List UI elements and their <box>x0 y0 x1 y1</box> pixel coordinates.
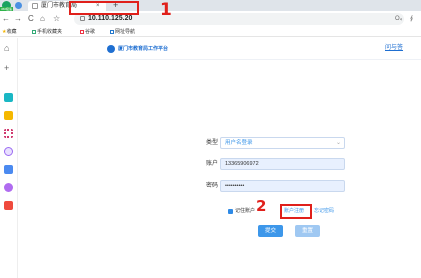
remember-checkbox[interactable] <box>228 209 233 214</box>
submit-button[interactable]: 提交 <box>258 225 283 237</box>
forward-icon[interactable]: → <box>14 14 22 23</box>
account-label: 账户 <box>205 161 218 167</box>
browser-toolbar: ← → C ⌂ ☆ 10.110.125.20 O₄ ∮ <box>0 11 421 27</box>
form-options-row: 记住账户 账户注册 忘记密码 <box>198 206 358 218</box>
tab-strip: 360极速 厦门市教育局 × + <box>0 0 421 11</box>
home-icon[interactable]: ⌂ <box>4 44 9 53</box>
reload-icon[interactable]: C <box>28 14 34 23</box>
bookmark-star-icon[interactable]: ☆ <box>53 14 60 23</box>
add-icon[interactable]: + <box>4 64 9 73</box>
annotation-number-2: 2 <box>256 197 267 215</box>
reset-button[interactable]: 重置 <box>295 225 320 237</box>
bookmark-item[interactable]: 手机收藏夹 <box>32 28 62 36</box>
site-logo-text: 厦门市教育局工作平台 <box>118 46 169 52</box>
app-chat-icon[interactable] <box>4 147 13 156</box>
address-text[interactable]: 10.110.125.20 <box>88 15 132 23</box>
address-highlight-box <box>69 1 139 15</box>
type-select[interactable]: 用户名登录 ⌄ <box>220 137 345 149</box>
help-link[interactable]: 问与答 <box>385 45 403 52</box>
register-highlight-box <box>280 204 312 219</box>
app-bubble-icon[interactable] <box>4 183 13 192</box>
bookmark-item[interactable]: ★收藏 <box>2 28 17 36</box>
google-icon <box>80 29 84 34</box>
bookmark-item[interactable]: 谷歌 <box>80 28 95 36</box>
forgot-password-link[interactable]: 忘记密码 <box>314 208 334 215</box>
password-input[interactable]: •••••••••• <box>220 180 345 192</box>
annotation-number-1: 1 <box>160 0 172 20</box>
screen: 360极速 厦门市教育局 × + ← → C ⌂ ☆ 10.110.125.20… <box>0 0 421 278</box>
folder-icon <box>32 29 36 34</box>
extension-icon[interactable]: O₄ <box>395 15 402 23</box>
bookmark-item[interactable]: 网址导航 <box>110 28 135 36</box>
app-star-icon[interactable] <box>4 111 13 120</box>
app-sidebar: ⌂ + <box>0 38 18 278</box>
app-game-icon[interactable] <box>4 201 13 210</box>
account-input[interactable]: 13365906972 <box>220 158 345 170</box>
password-label: 密码 <box>205 183 218 189</box>
type-label: 类型 <box>205 140 218 146</box>
browser-menu-icon[interactable] <box>15 2 22 9</box>
page-header: 厦门市教育局工作平台 问与答 <box>19 38 421 60</box>
app-translate-icon[interactable] <box>4 165 13 174</box>
login-form: 类型 用户名登录 ⌄ 账户 13365906972 密码 •••••••••• … <box>198 85 353 215</box>
bookmarks-bar: ★收藏 手机收藏夹 谷歌 网址导航 <box>0 27 421 37</box>
app-calendar-icon[interactable] <box>4 93 13 102</box>
page-icon <box>32 3 38 9</box>
link-icon <box>110 29 114 34</box>
remember-label: 记住账户 <box>235 208 256 214</box>
home-icon[interactable]: ⌂ <box>40 14 45 23</box>
app-flower-icon[interactable] <box>4 129 13 138</box>
lock-icon <box>80 16 85 21</box>
back-icon[interactable]: ← <box>2 14 10 23</box>
menu-icon[interactable]: ∮ <box>410 15 413 23</box>
chevron-down-icon: ⌄ <box>335 140 341 146</box>
site-logo-icon <box>107 45 115 53</box>
